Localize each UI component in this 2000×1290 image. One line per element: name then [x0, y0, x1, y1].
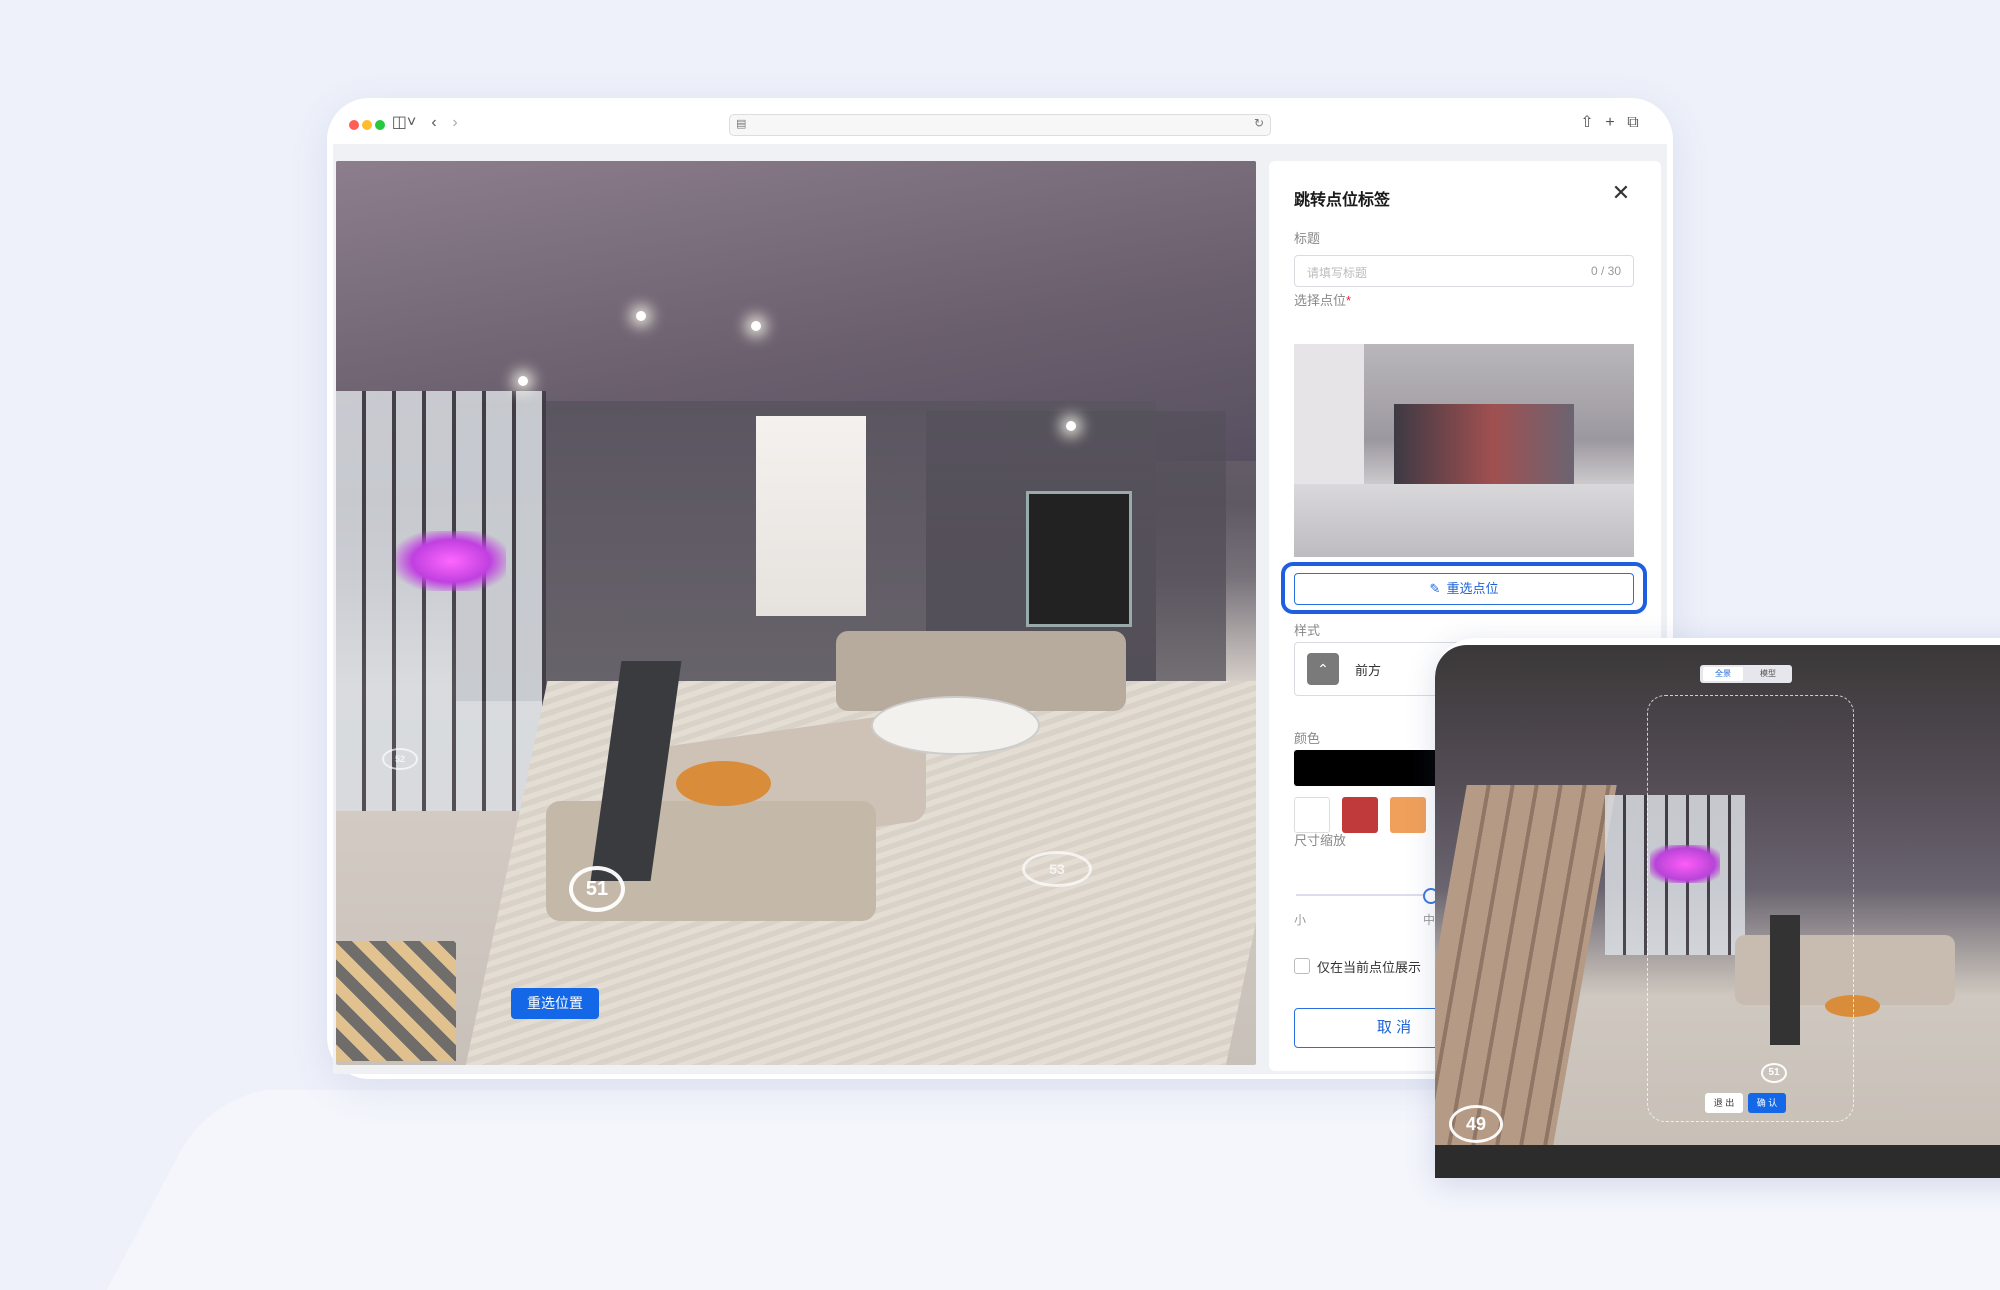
- forward-icon[interactable]: ›: [445, 112, 465, 134]
- display-window: [336, 391, 546, 811]
- required-mark: *: [1346, 293, 1352, 308]
- share-icon[interactable]: ⇧: [1577, 112, 1597, 134]
- page-icon: ▤: [736, 118, 747, 130]
- preview-panorama[interactable]: 全景 模型 51 49 退 出 确 认: [1435, 645, 2000, 1178]
- reselect-point-button[interactable]: ✎ 重选点位: [1294, 573, 1634, 605]
- doorway: [756, 416, 866, 616]
- reselect-position-button[interactable]: 重选位置: [511, 988, 599, 1019]
- hotspot-marker[interactable]: 49: [1449, 1105, 1503, 1143]
- color-label: 颜色: [1294, 731, 1321, 746]
- browser-titlebar: ◫˅ ‹ › ▤ ↻ ⇧ + ⧉: [327, 98, 1673, 150]
- hotspot-marker[interactable]: 51: [569, 866, 625, 912]
- spot-light: [636, 311, 646, 321]
- hotspot-marker[interactable]: 51: [1761, 1063, 1787, 1083]
- close-window-button[interactable]: [349, 120, 359, 130]
- size-label: 尺寸缩放: [1294, 833, 1347, 848]
- thumb-floor: [1294, 484, 1634, 557]
- point-thumbnail: [1294, 344, 1634, 557]
- side-table: [676, 761, 771, 806]
- point-label-text: 选择点位: [1294, 293, 1347, 308]
- tab-panorama[interactable]: 全景: [1703, 667, 1743, 681]
- wall-art: [1026, 491, 1132, 627]
- size-mark-medium: 中: [1423, 913, 1436, 927]
- preview-bottom-bar: [1435, 1145, 2000, 1178]
- coffee-table: [871, 696, 1040, 755]
- confirm-button[interactable]: 确 认: [1748, 1093, 1786, 1113]
- preview-window: 全景 模型 51 49 退 出 确 认: [1435, 638, 2000, 1178]
- color-swatch-white[interactable]: [1294, 797, 1330, 833]
- point-label: 选择点位*: [1294, 290, 1351, 309]
- only-current-checkbox[interactable]: [1294, 958, 1310, 974]
- neon-light: [396, 531, 506, 591]
- panel-title: 跳转点位标签: [1294, 192, 1391, 209]
- reload-icon[interactable]: ↻: [1254, 116, 1264, 130]
- reselect-point-label: 重选点位: [1446, 581, 1499, 596]
- back-icon[interactable]: ‹: [424, 112, 444, 134]
- hotspot-marker[interactable]: 53: [1022, 851, 1092, 887]
- style-label: 样式: [1294, 623, 1321, 638]
- tabs-overview-icon[interactable]: ⧉: [1623, 112, 1643, 134]
- minimize-window-button[interactable]: [362, 120, 372, 130]
- exit-button[interactable]: 退 出: [1705, 1093, 1743, 1113]
- panorama-viewer[interactable]: 51 53 52 重选位置: [336, 161, 1256, 1065]
- spot-light: [1066, 421, 1076, 431]
- style-value: 前方: [1355, 663, 1382, 678]
- chevrons-up-icon: ⌃: [1307, 653, 1339, 685]
- char-counter: 0 / 30: [1590, 264, 1621, 278]
- maximize-window-button[interactable]: [375, 120, 385, 130]
- spot-light: [751, 321, 761, 331]
- title-label: 标题: [1294, 231, 1321, 246]
- title-input[interactable]: 请填写标题 0 / 30: [1294, 255, 1634, 287]
- color-swatch-orange[interactable]: [1390, 797, 1426, 833]
- sidebar-toggle-icon[interactable]: ◫˅: [389, 112, 419, 134]
- spot-light: [518, 376, 528, 386]
- tab-model[interactable]: 模型: [1748, 667, 1788, 681]
- color-swatch-red[interactable]: [1342, 797, 1378, 833]
- edit-icon: ✎: [1429, 581, 1441, 596]
- size-mark-small: 小: [1294, 913, 1307, 927]
- wood-partition: [1435, 785, 1617, 1145]
- address-bar[interactable]: ▤ ↻: [729, 114, 1271, 136]
- floor-sign: [336, 941, 456, 1061]
- selection-frame[interactable]: [1647, 695, 1854, 1122]
- only-current-label: 仅在当前点位展示: [1317, 960, 1422, 975]
- title-placeholder: 请填写标题: [1307, 266, 1368, 280]
- close-icon[interactable]: ✕: [1609, 181, 1633, 205]
- view-mode-toggle[interactable]: 全景 模型: [1700, 665, 1792, 683]
- new-tab-icon[interactable]: +: [1600, 112, 1620, 134]
- hotspot-marker[interactable]: 52: [382, 748, 418, 770]
